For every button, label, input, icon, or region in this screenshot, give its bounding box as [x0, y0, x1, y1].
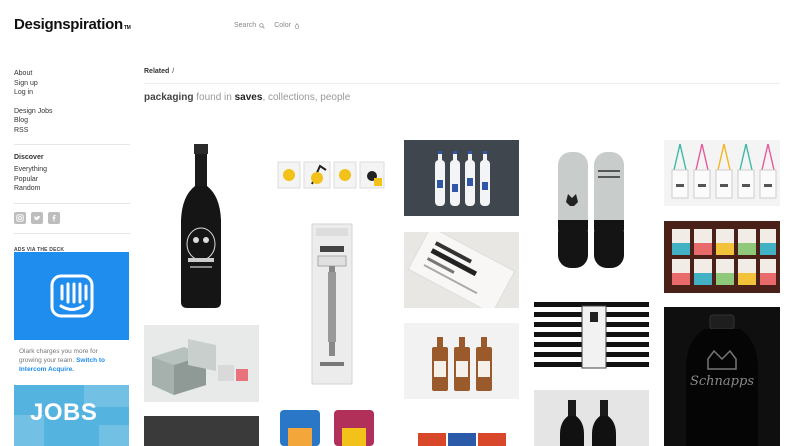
- hanging-tags-colorful-tile[interactable]: [664, 140, 780, 206]
- dark-box-packaging-tile[interactable]: [144, 416, 259, 446]
- sidebar-divider: [14, 232, 130, 234]
- intercom-logo-icon: [50, 274, 93, 318]
- social-links: [14, 211, 130, 224]
- found-in-text: found in: [196, 92, 232, 103]
- jobs-label: JOBS: [30, 399, 98, 426]
- ad-copy: Olark charges you more for growing your …: [19, 347, 119, 374]
- black-bottle-image: Schnapps: [686, 314, 758, 446]
- amber-bottles-image: [432, 337, 492, 391]
- everything-link[interactable]: Everything: [14, 165, 130, 175]
- design-jobs-link[interactable]: Design Jobs: [14, 107, 130, 117]
- filter-saves[interactable]: saves: [235, 92, 263, 103]
- tape-rolls-image: [418, 433, 506, 446]
- bottle-label-script: Schnapps: [690, 374, 754, 389]
- discover-heading: Discover: [14, 154, 44, 161]
- black-bottle-crown-tile[interactable]: Schnapps: [664, 307, 780, 446]
- black-elk-bottles-tile[interactable]: [534, 140, 649, 285]
- labels-image: [407, 232, 516, 308]
- random-link[interactable]: Random: [14, 184, 130, 194]
- breadcrumb-related[interactable]: Related: [144, 68, 169, 75]
- breadcrumb: Related /: [144, 68, 174, 75]
- search-icon: [259, 22, 265, 29]
- trademark-mark: TM: [123, 25, 131, 31]
- color-nav-label: Color: [274, 22, 291, 29]
- top-nav: Search Color: [234, 22, 300, 29]
- blue-white-bottles-tile[interactable]: [404, 140, 519, 216]
- login-link[interactable]: Log in: [14, 88, 130, 98]
- colorful-cans-image: [672, 229, 776, 285]
- amber-bottles-tile[interactable]: [404, 323, 519, 399]
- twitter-icon[interactable]: [31, 211, 43, 224]
- site-logo-text: Designspiration: [14, 16, 123, 33]
- signup-link[interactable]: Sign up: [14, 79, 130, 89]
- jobs-banner-shape: [99, 425, 129, 446]
- discover-links: Everything Popular Random: [14, 165, 130, 194]
- lamp-boxes-yellow-tile[interactable]: [274, 140, 389, 200]
- gillette-razor-package-tile[interactable]: [274, 214, 389, 390]
- colorful-cans-tile[interactable]: [664, 221, 780, 293]
- header-divider: [144, 83, 780, 84]
- new-york-labels-tile[interactable]: [404, 232, 519, 308]
- site-links: Design Jobs Blog RSS: [14, 107, 130, 136]
- site-logo[interactable]: DesignspirationTM: [14, 16, 131, 33]
- search-context: packaging found in saves, collections, p…: [144, 92, 351, 103]
- wine-bottle-skull-label-tile[interactable]: [144, 140, 259, 316]
- snack-bags-colorful-tile[interactable]: [274, 404, 389, 446]
- ad-banner[interactable]: [14, 252, 129, 340]
- black-white-stripes-box-tile[interactable]: [534, 298, 649, 376]
- account-links: About Sign up Log in: [14, 69, 130, 98]
- search-term: packaging: [144, 92, 194, 103]
- filter-people[interactable]: people: [320, 92, 350, 103]
- razor-package-image: [311, 223, 353, 385]
- dark-wine-image: [560, 400, 616, 446]
- striped-box-image: [534, 302, 649, 369]
- instagram-icon[interactable]: [14, 211, 26, 224]
- jobs-banner[interactable]: JOBS: [14, 385, 129, 446]
- snack-bags-image: [280, 410, 374, 446]
- wine-bottle-image: [181, 144, 221, 308]
- about-link[interactable]: About: [14, 69, 130, 79]
- blog-link[interactable]: Blog: [14, 116, 130, 126]
- box-packaging-gray-tile[interactable]: [144, 325, 259, 402]
- sidebar: About Sign up Log in Design Jobs Blog RS…: [14, 69, 130, 253]
- droplet-icon: [294, 22, 300, 29]
- dark-wine-bottles-tile[interactable]: [534, 390, 649, 446]
- box-image: [152, 339, 248, 395]
- sidebar-divider: [14, 144, 130, 145]
- lamp-boxes-image: [277, 161, 385, 189]
- facebook-icon[interactable]: [48, 211, 60, 224]
- hanging-tags-image: [671, 143, 777, 199]
- popular-link[interactable]: Popular: [14, 175, 130, 185]
- filter-collections[interactable]: collections: [268, 92, 315, 103]
- breadcrumb-separator: /: [172, 68, 175, 75]
- search-nav-button[interactable]: Search: [234, 22, 265, 29]
- sidebar-divider: [14, 202, 130, 204]
- color-nav-button[interactable]: Color: [274, 22, 300, 29]
- colored-tape-rolls-tile[interactable]: [404, 413, 519, 446]
- rss-link[interactable]: RSS: [14, 126, 130, 136]
- black-elk-image: [558, 152, 624, 268]
- bottles-image: [435, 151, 490, 206]
- search-nav-label: Search: [234, 22, 257, 29]
